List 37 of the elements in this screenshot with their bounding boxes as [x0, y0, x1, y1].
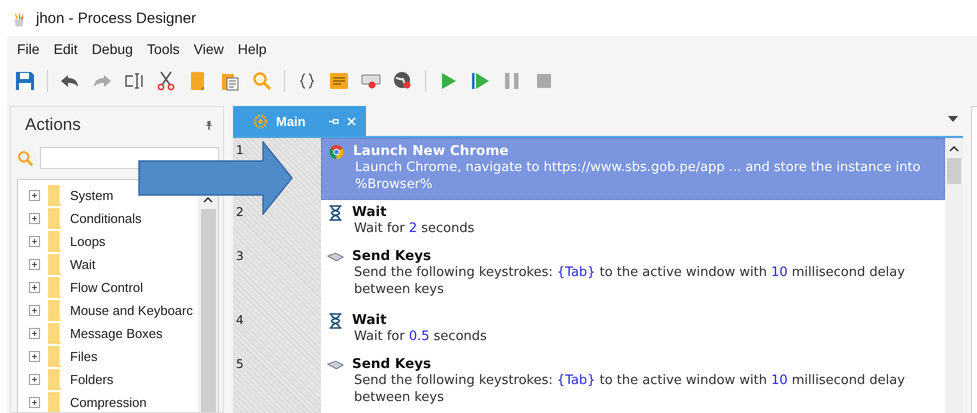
action-step[interactable]: Wait Wait for 0.5 seconds: [321, 308, 945, 352]
step-description: Launch Chrome, navigate to https://www.sbs.gob.pe/app ... and store the instance into %Browser%: [354, 159, 922, 193]
menu-item[interactable]: File: [17, 41, 40, 57]
tree-item[interactable]: Flow Control: [70, 280, 143, 295]
line-number: 4: [236, 313, 244, 327]
action-step[interactable]: Send Keys Send the following keystrokes: {Tab} to the active window with 10 millisecond delay between keys: [321, 244, 945, 308]
step-title: Wait: [352, 312, 388, 328]
menu-item[interactable]: View: [194, 41, 224, 57]
tree-item[interactable]: Mouse and Keyboarc: [70, 303, 193, 318]
line-number: 2: [236, 205, 244, 219]
menu-item[interactable]: Help: [238, 41, 267, 57]
menu-item[interactable]: Edit: [54, 41, 78, 57]
step-description: Send the following keystrokes: {Tab} to the active window with 10 millisecond delay between keys: [353, 372, 906, 406]
menu-item[interactable]: Tools: [146, 41, 180, 57]
line-number: 1: [236, 143, 244, 157]
window-title: jhon - Process Designer: [36, 10, 196, 26]
line-number: 3: [236, 249, 244, 263]
action-step[interactable]: Send Keys Send the following keystrokes: {Tab} to the active window with 10 millisecond delay between keys: [321, 352, 945, 412]
step-title: Send Keys: [352, 356, 432, 372]
step-title: Launch New Chrome: [353, 143, 510, 159]
action-step[interactable]: Wait Wait for 2 seconds: [321, 200, 945, 244]
step-description: Wait for 2 seconds: [353, 220, 474, 237]
tree-item[interactable]: Message Boxes: [70, 326, 162, 341]
line-number: 5: [236, 357, 244, 371]
tree-item[interactable]: Conditionals: [70, 211, 142, 226]
step-title: Wait: [352, 204, 388, 220]
tree-item[interactable]: Loops: [70, 234, 106, 249]
tree-item[interactable]: System: [70, 188, 114, 203]
tree-item[interactable]: Wait: [70, 257, 96, 272]
tree-item[interactable]: Folders: [70, 372, 114, 387]
step-description: Send the following keystrokes: {Tab} to the active window with 10 millisecond delay between keys: [353, 264, 906, 298]
menu-item[interactable]: Debug: [92, 41, 133, 57]
step-title: Send Keys: [352, 248, 432, 264]
tree-item[interactable]: Compression: [70, 395, 147, 410]
panel-title: Actions: [25, 115, 81, 135]
step-description: Wait for 0.5 seconds: [353, 328, 487, 345]
tree-item[interactable]: Files: [70, 349, 98, 364]
